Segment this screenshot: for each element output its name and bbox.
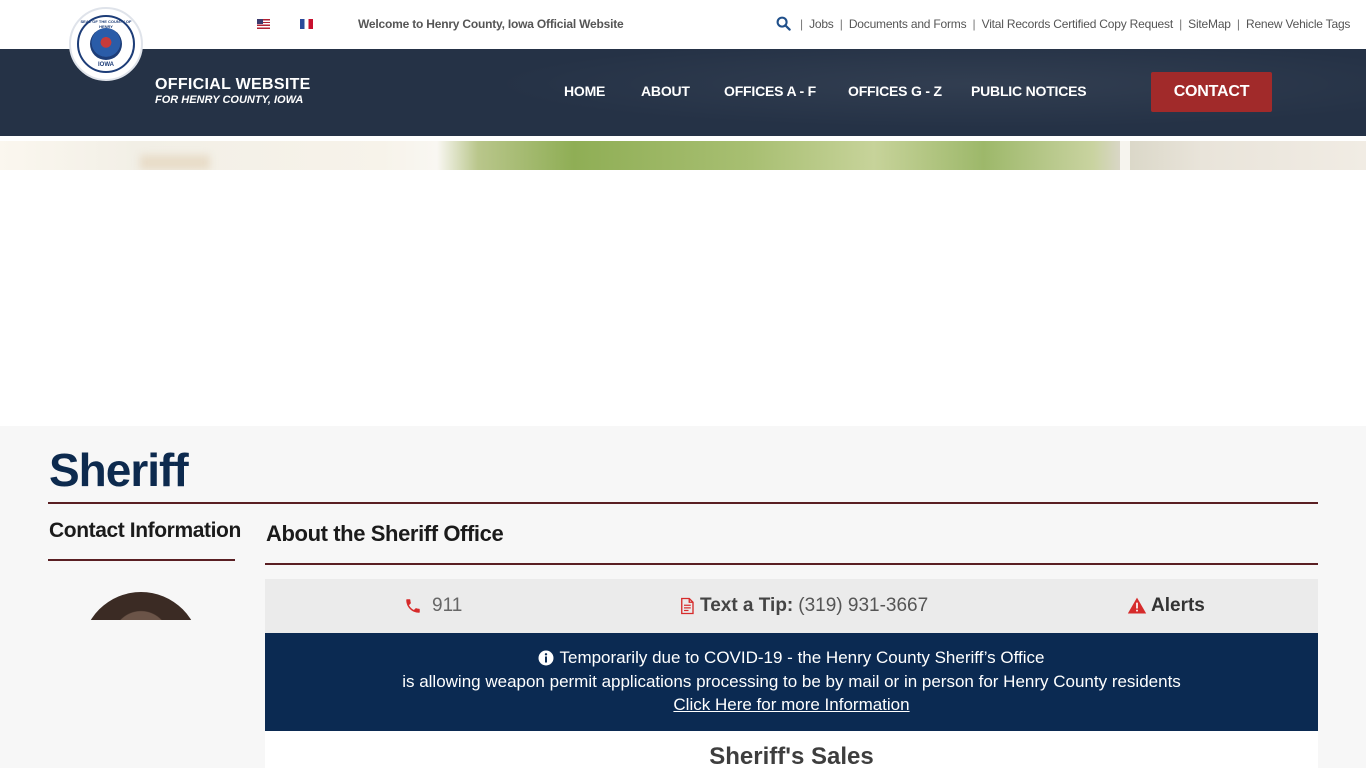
us-flag-icon[interactable] <box>257 19 270 29</box>
iowa-flag-icon[interactable] <box>300 19 313 29</box>
seal-ring: SEAL OF THE COUNTY OF HENRY IOWA <box>77 15 135 73</box>
phone-item[interactable]: 911 <box>404 595 462 617</box>
vital-records-link[interactable]: Vital Records Certified Copy Request <box>982 17 1174 31</box>
search-icon[interactable] <box>776 16 791 31</box>
text-tip-item[interactable]: Text a Tip: (319) 931-3667 <box>678 595 928 617</box>
main-heading: About the Sheriff Office <box>266 521 504 546</box>
link-separator: | <box>839 17 843 31</box>
top-utility-bar: Welcome to Henry County, Iowa Official W… <box>0 0 1366 49</box>
warning-triangle-icon <box>1127 597 1147 614</box>
hero-blur <box>140 155 210 170</box>
renew-vehicle-tags-link[interactable]: Renew Vehicle Tags <box>1246 17 1350 31</box>
sheriff-sales-heading: Sheriff's Sales <box>709 743 874 768</box>
hero-banner-image <box>0 141 1366 170</box>
covid-notice-banner: Temporarily due to COVID-19 - the Henry … <box>265 633 1318 731</box>
sidebar-heading: Contact Information <box>49 519 241 542</box>
brand-subtitle[interactable]: FOR HENRY COUNTY, IOWA <box>155 94 303 106</box>
nav-public-notices[interactable]: PUBLIC NOTICES <box>971 83 1087 99</box>
text-tip-label: Text a Tip: <box>700 595 794 616</box>
document-icon <box>681 597 694 615</box>
welcome-message: Welcome to Henry County, Iowa Official W… <box>358 17 624 31</box>
nav-offices-a-f[interactable]: OFFICES A - F <box>724 83 816 99</box>
utility-links: | Jobs | Documents and Forms | Vital Rec… <box>797 17 1350 31</box>
eagle-emblem-icon <box>90 28 122 60</box>
notice-text-2: is allowing weapon permit applications p… <box>402 672 1181 691</box>
notice-line-1: Temporarily due to COVID-19 - the Henry … <box>265 648 1318 668</box>
nav-offices-g-z[interactable]: OFFICES G - Z <box>848 83 942 99</box>
county-seal-logo[interactable]: SEAL OF THE COUNTY OF HENRY IOWA <box>69 7 143 81</box>
notice-text-1: Temporarily due to COVID-19 - the Henry … <box>559 648 1045 667</box>
hero-blur <box>1120 141 1130 170</box>
sheriff-portrait-image <box>82 592 200 620</box>
page-title: Sheriff <box>49 444 189 496</box>
sidebar-divider <box>48 559 235 561</box>
phone-number[interactable]: 911 <box>432 595 462 617</box>
link-separator: | <box>972 17 976 31</box>
notice-link-row: Click Here for more Information <box>265 695 1318 715</box>
seal-bottom-text: IOWA <box>98 62 114 68</box>
more-information-link[interactable]: Click Here for more Information <box>673 695 909 714</box>
contact-button[interactable]: CONTACT <box>1151 72 1272 112</box>
main-divider <box>265 563 1318 565</box>
title-divider <box>48 502 1318 504</box>
alerts-item[interactable]: Alerts <box>1127 595 1205 617</box>
jobs-link[interactable]: Jobs <box>809 17 834 31</box>
text-tip-number[interactable]: (319) 931-3667 <box>798 595 928 617</box>
brand-title[interactable]: OFFICIAL WEBSITE <box>155 76 311 94</box>
nav-home[interactable]: HOME <box>564 83 605 99</box>
nav-about[interactable]: ABOUT <box>641 83 690 99</box>
info-circle-icon <box>538 650 554 666</box>
sitemap-link[interactable]: SiteMap <box>1188 17 1231 31</box>
link-separator: | <box>1179 17 1183 31</box>
documents-forms-link[interactable]: Documents and Forms <box>849 17 967 31</box>
alerts-link[interactable]: Alerts <box>1151 595 1205 617</box>
phone-icon <box>406 599 420 613</box>
link-separator: | <box>800 17 803 31</box>
link-separator: | <box>1236 17 1240 31</box>
